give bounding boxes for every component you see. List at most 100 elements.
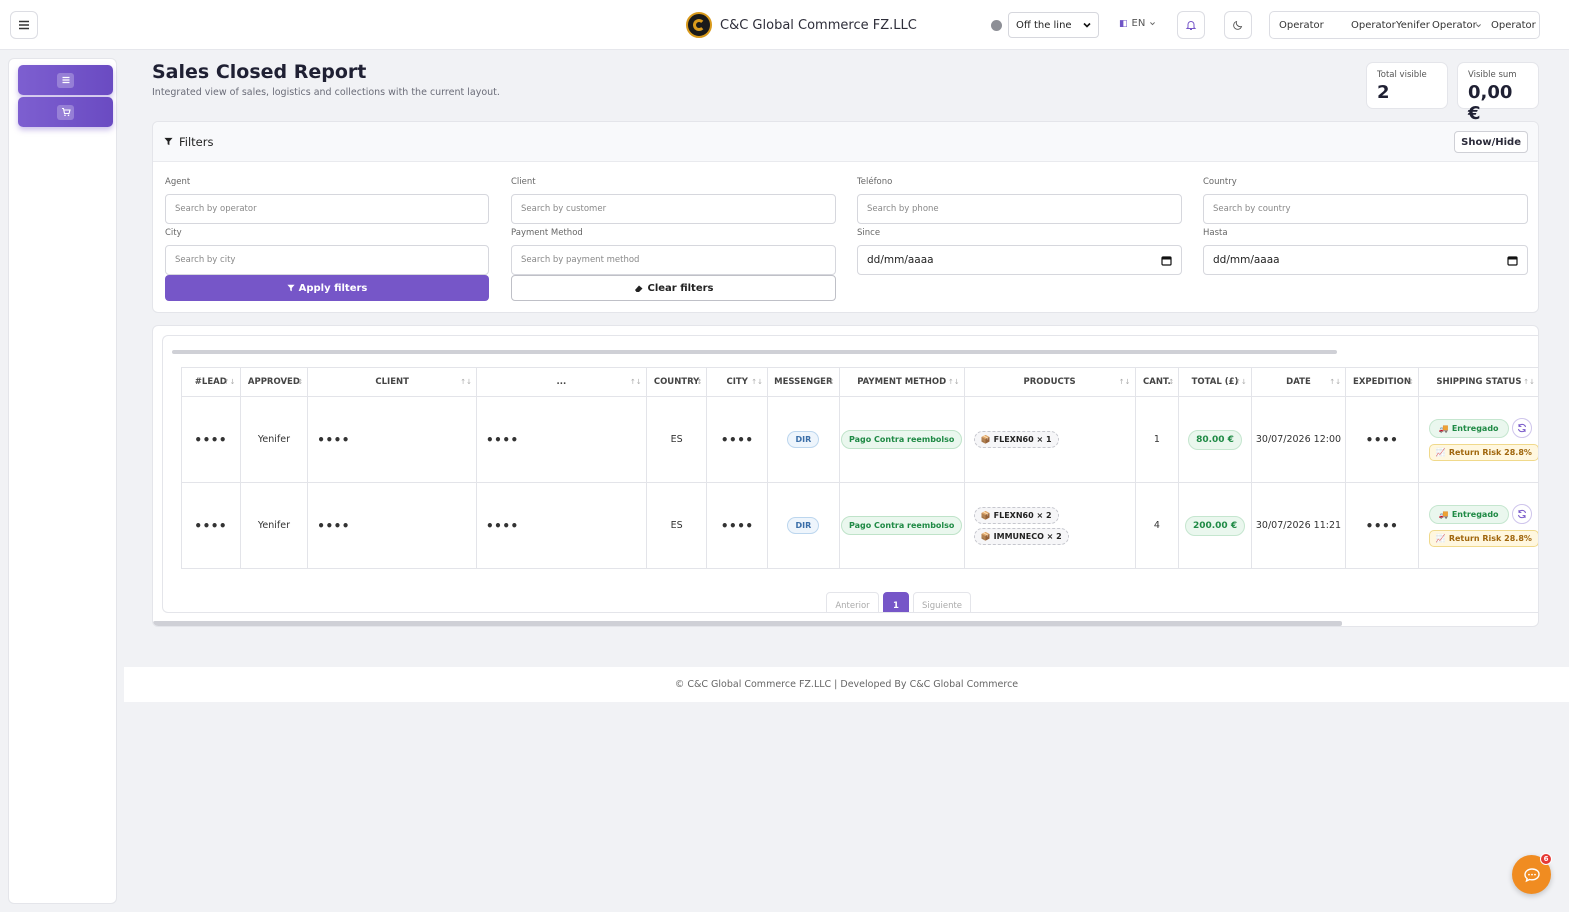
chat-button[interactable]: 6 (1512, 853, 1552, 894)
table-header-row: #LEAD ↑↓ APPROVED ↕ CLIENT ↑↓ ... ↑↓ COUNTRY… (181, 367, 1538, 397)
pagination-prev-button[interactable]: Anterior (826, 592, 879, 612)
quantity-cell: 1 (1134, 396, 1180, 483)
column-header-expedition[interactable]: EXPEDITION ↕ (1345, 367, 1419, 397)
table-row[interactable]: •••• Yenifer •••• •••• ES •••• DIR Pago … (181, 396, 1538, 483)
country-input[interactable]: Search by country (1203, 194, 1528, 224)
stat-total-visible: Total visible 2 (1366, 62, 1448, 109)
column-header-client[interactable]: CLIENT ↑↓ (307, 367, 478, 397)
menu-toggle-button[interactable] (10, 11, 38, 39)
notifications-button[interactable] (1177, 11, 1205, 39)
city-input[interactable]: Search by city (165, 245, 489, 275)
results-table-wrapper: #LEAD ↑↓ APPROVED ↕ CLIENT ↑↓ ... ↑↓ COUNTRY… (162, 335, 1538, 613)
column-header-shipping-status[interactable]: SHIPPING STATUS ↑↓ (1417, 367, 1538, 397)
horizontal-scrollbar-bottom[interactable] (153, 621, 1342, 626)
shipping-status-badge: 🚚 Entregado (1428, 504, 1509, 524)
column-header-date[interactable]: DATE ↑↓ (1250, 367, 1347, 397)
refresh-status-button[interactable] (1511, 418, 1532, 438)
show-hide-button[interactable]: Show/Hide (1454, 131, 1528, 153)
horizontal-scrollbar-top[interactable] (172, 350, 1337, 354)
trend-icon: 📈 (1435, 448, 1446, 457)
calendar-icon[interactable] (1161, 255, 1172, 266)
column-header-approved[interactable]: APPROVED ↕ (239, 367, 309, 397)
lead-cell: •••• (194, 432, 228, 447)
city-cell: •••• (720, 432, 754, 447)
clear-filters-button[interactable]: Clear filters (511, 275, 836, 301)
lead-cell: •••• (194, 518, 228, 533)
approved-cell: Yenifer (239, 482, 309, 569)
date-cell: 30/07/2026 12:00 (1250, 396, 1347, 483)
column-header-messenger[interactable]: MESSENGER ↕ (766, 367, 840, 397)
extra-cell: •••• (486, 518, 519, 533)
payment-method-input[interactable]: Search by payment method (511, 245, 836, 275)
apply-filters-label: Apply filters (298, 282, 368, 294)
agent-input[interactable]: Search by operator (165, 194, 489, 224)
moon-icon (1233, 20, 1243, 30)
filters-header: Filters (153, 122, 1538, 162)
country-cell: ES (645, 396, 708, 483)
clear-filters-label: Clear filters (647, 282, 714, 294)
return-risk-badge: 📈 Return Risk 28.8% (1428, 530, 1538, 547)
brand[interactable]: C&C Global Commerce FZ.LLC (686, 12, 917, 38)
country-label: Country (1203, 177, 1237, 187)
filter-icon (287, 284, 295, 292)
since-date-input[interactable]: dd/mm/aaaa (857, 245, 1182, 275)
pagination-page-button[interactable]: 1 (883, 592, 909, 612)
list-icon (62, 76, 69, 84)
chevron-down-icon (1083, 22, 1091, 28)
client-cell: •••• (317, 432, 350, 447)
column-header-city[interactable]: CITY ↑↓ (706, 367, 768, 397)
sidebar (8, 58, 117, 904)
column-header-lead[interactable]: #LEAD ↑↓ (181, 367, 241, 397)
pagination-next-button[interactable]: Siguiente (913, 592, 971, 612)
bell-icon (1185, 21, 1197, 30)
product-chip: 📦 FLEXN60 × 2 (973, 506, 1059, 524)
quantity-cell: 4 (1134, 482, 1180, 569)
user-name: Yenifer (1396, 20, 1430, 31)
approved-cell: Yenifer (239, 396, 309, 483)
column-header-country[interactable]: COUNTRY ↕ (645, 367, 708, 397)
since-date-value: dd/mm/aaaa (867, 254, 934, 266)
payment-badge: Pago Contra reembolso (840, 516, 963, 535)
until-date-input[interactable]: dd/mm/aaaa (1203, 245, 1528, 275)
refresh-status-button[interactable] (1511, 504, 1532, 524)
language-selector[interactable]: ◧ EN (1119, 18, 1156, 29)
calendar-icon[interactable] (1507, 255, 1518, 266)
column-header-extra[interactable]: ... ↑↓ (476, 367, 647, 397)
truck-icon: 🚚 (1438, 509, 1449, 519)
column-header-payment-method[interactable]: PAYMENT METHOD ↑↓ (838, 367, 965, 397)
client-input[interactable]: Search by customer (511, 194, 836, 224)
messenger-badge: DIR (787, 517, 820, 534)
payment-badge: Pago Contra reembolso (840, 430, 963, 449)
box-icon: 📦 (980, 531, 991, 541)
date-cell: 30/07/2026 11:21 (1250, 482, 1347, 569)
user-role: Operator (1432, 20, 1477, 31)
column-header-total[interactable]: TOTAL (£) ↑↓ (1178, 367, 1252, 397)
column-header-products[interactable]: PRODUCTS ↑↓ (963, 367, 1136, 397)
results-card: #LEAD ↑↓ APPROVED ↕ CLIENT ↑↓ ... ↑↓ COUNTRY… (152, 325, 1539, 627)
until-label: Hasta (1203, 228, 1228, 238)
refresh-icon (1517, 509, 1526, 519)
chevron-down-icon (1476, 24, 1481, 28)
sidebar-item-reports[interactable] (18, 65, 113, 95)
sidebar-item-sales[interactable] (18, 97, 113, 127)
box-icon: 📦 (980, 510, 991, 520)
status-select-value: Off the line (1016, 19, 1072, 31)
column-header-quantity[interactable]: CANT. ↕ (1134, 367, 1180, 397)
table-row[interactable]: •••• Yenifer •••• •••• ES •••• DIR Pago … (181, 482, 1538, 569)
status-indicator (991, 20, 1002, 31)
total-badge: 200.00 € (1184, 515, 1246, 536)
hamburger-icon (19, 20, 29, 30)
user-menu[interactable]: Operator Operator Yenifer Operator Opera… (1269, 11, 1540, 39)
apply-filters-button[interactable]: Apply filters (165, 275, 489, 301)
stat-label: Visible sum (1468, 70, 1517, 80)
trend-icon: 📈 (1435, 534, 1446, 543)
stat-value: 0,00 € (1468, 82, 1513, 124)
status-select[interactable]: Off the line (1008, 12, 1099, 38)
expedition-cell: •••• (1365, 518, 1399, 533)
phone-input[interactable]: Search by phone (857, 194, 1182, 224)
messenger-badge: DIR (787, 431, 820, 448)
theme-toggle-button[interactable] (1224, 11, 1252, 39)
total-badge: 80.00 € (1188, 429, 1242, 450)
agent-label: Agent (165, 177, 191, 187)
user-label: Operator (1491, 20, 1536, 31)
